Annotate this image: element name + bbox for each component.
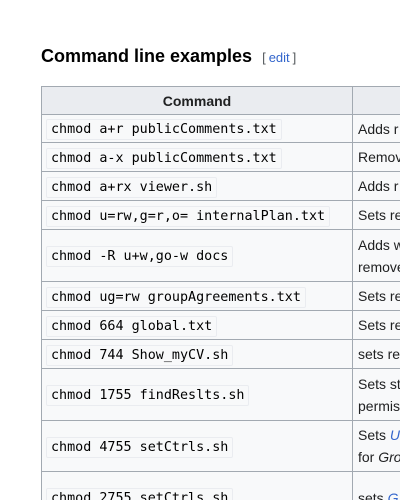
command-cell: chmod 4755 setCtrls.sh [41, 420, 353, 472]
description-italic-text: Gro [378, 449, 400, 465]
column-header-command[interactable]: Command [41, 86, 353, 115]
description-cell: sets re [352, 339, 400, 369]
edit-bracket-open: [ [262, 50, 266, 65]
description-cell: Sets re [352, 200, 400, 230]
description-cell: Sets st permis [352, 368, 400, 421]
description-line: remove [358, 258, 400, 275]
column-header-description[interactable] [352, 86, 400, 115]
table-row: chmod a+rx viewer.sh Adds r [41, 171, 400, 201]
command-code: chmod a+r publicComments.txt [46, 119, 282, 140]
command-code: chmod 664 global.txt [46, 315, 218, 337]
description-line: permis [358, 397, 400, 414]
description-text: for [358, 449, 379, 465]
table-row: chmod 744 Show_myCV.sh sets re [41, 339, 400, 369]
table-row: chmod a+r publicComments.txt Adds r [41, 114, 400, 143]
description-link[interactable]: U [390, 427, 400, 443]
command-cell: chmod -R u+w,go-w docs [41, 229, 353, 282]
description-text: sets [358, 489, 388, 500]
table-row: chmod 4755 setCtrls.sh Sets Ufor Gro [41, 420, 400, 472]
table-row: chmod 1755 findReslts.sh Sets st permis [41, 368, 400, 421]
table-row: chmod ug=rw groupAgreements.txt Sets re [41, 281, 400, 311]
description-line: for Gro [358, 446, 400, 468]
command-cell: chmod a+r publicComments.txt [41, 114, 353, 143]
description-link[interactable]: G [388, 490, 399, 500]
edit-bracket-close: ] [292, 50, 297, 65]
description-cell: Sets re [352, 281, 400, 311]
table-row: chmod u=rw,g=r,o= internalPlan.txt Sets … [41, 200, 400, 230]
command-code: chmod 744 Show_myCV.sh [46, 344, 234, 366]
examples-table-viewport[interactable]: Command chmod a+r publicComments.txt Add… [41, 86, 400, 500]
section-heading: Command line examples [edit] [41, 46, 296, 67]
description-cell: Remov [352, 142, 400, 172]
command-code: chmod -R u+w,go-w docs [46, 246, 234, 267]
section-title: Command line examples [41, 46, 253, 66]
command-code: chmod a+rx viewer.sh [46, 176, 218, 198]
table-row: chmod 664 global.txt Sets re [41, 310, 400, 340]
command-code: chmod 2755 setCtrls.sh [46, 488, 234, 500]
table-row: chmod 2755 setCtrls.sh sets G [41, 471, 400, 500]
edit-section-wrapper: [edit] [262, 50, 296, 65]
description-cell: Adds r [352, 171, 400, 201]
command-cell: chmod a-x publicComments.txt [41, 142, 353, 172]
description-cell: Sets Ufor Gro [352, 420, 400, 472]
description-cell: Adds r [352, 114, 400, 143]
command-cell: chmod 744 Show_myCV.sh [41, 339, 353, 369]
command-cell: chmod ug=rw groupAgreements.txt [41, 281, 353, 311]
description-line: Sets st [358, 375, 400, 392]
description-line: sets G [358, 487, 400, 500]
description-cell: Sets re [352, 310, 400, 340]
description-line: Sets U [358, 424, 400, 446]
command-cell: chmod 1755 findReslts.sh [41, 368, 353, 421]
command-code: chmod 4755 setCtrls.sh [46, 436, 234, 458]
edit-section-link[interactable]: edit [269, 50, 290, 65]
description-cell: Adds w remove [352, 229, 400, 282]
command-code: chmod 1755 findReslts.sh [46, 385, 250, 406]
command-cell: chmod u=rw,g=r,o= internalPlan.txt [41, 200, 353, 230]
command-cell: chmod a+rx viewer.sh [41, 171, 353, 201]
command-code: chmod ug=rw groupAgreements.txt [46, 286, 306, 308]
table-header-row: Command [41, 86, 400, 115]
command-code: chmod u=rw,g=r,o= internalPlan.txt [46, 205, 331, 227]
table-row: chmod a-x publicComments.txt Remov [41, 142, 400, 172]
description-cell: sets G [352, 471, 400, 500]
description-line: Adds w [358, 236, 400, 253]
command-cell: chmod 2755 setCtrls.sh [41, 471, 353, 500]
table-row: chmod -R u+w,go-w docs Adds w remove [41, 229, 400, 282]
description-text: Sets [358, 427, 390, 443]
examples-table: Command chmod a+r publicComments.txt Add… [41, 86, 400, 500]
command-code: chmod a-x publicComments.txt [46, 147, 282, 169]
command-cell: chmod 664 global.txt [41, 310, 353, 340]
